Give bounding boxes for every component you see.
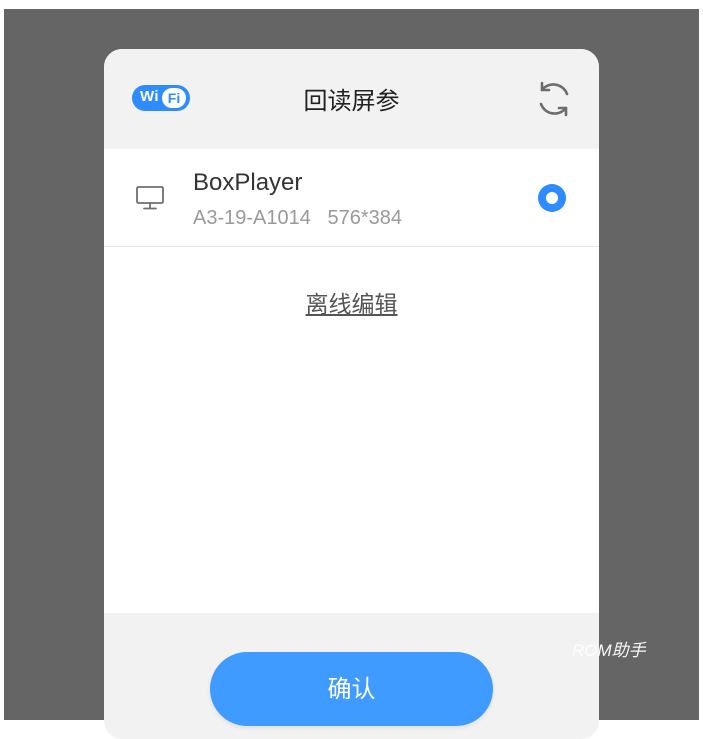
offline-edit-row: 离线编辑 (104, 285, 599, 319)
watermark-text: ROM助手 (572, 641, 646, 660)
device-subtitle: A3-19-A1014 576*384 (193, 207, 403, 229)
radio-dot (546, 192, 558, 204)
offline-edit-link[interactable]: 离线编辑 (306, 292, 398, 318)
device-radio-selected[interactable] (538, 184, 566, 212)
device-name: BoxPlayer (193, 169, 303, 196)
read-screen-params-dialog: Wi Fi 回读屏参 BoxPlayer A3-19-A1014 576*384… (104, 49, 599, 739)
dialog-header: Wi Fi 回读屏参 (104, 49, 599, 149)
confirm-button[interactable]: 确认 (210, 652, 493, 726)
refresh-icon[interactable] (534, 79, 574, 119)
device-list-item[interactable]: BoxPlayer A3-19-A1014 576*384 (104, 149, 599, 247)
dialog-title: 回读屏参 (303, 87, 400, 115)
monitor-icon (136, 186, 164, 210)
dialog-footer: 确认 (104, 613, 599, 739)
